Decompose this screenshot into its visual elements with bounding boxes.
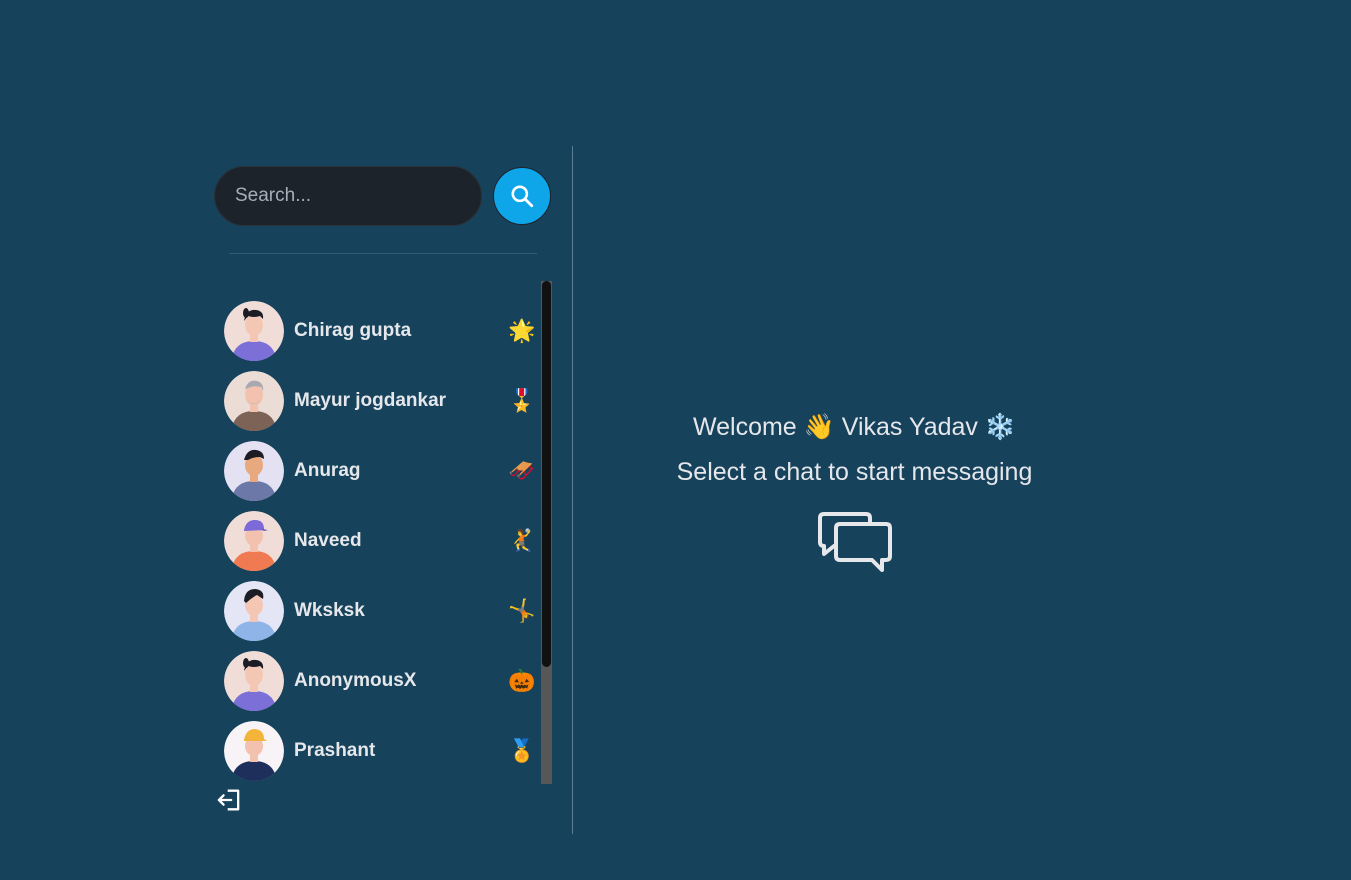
search-icon [511,185,534,208]
conversation-list: Chirag gupta 🌟 Mayur jogdankar 🎖️ Anurag… [214,281,552,784]
divider [229,253,537,254]
search-input[interactable] [214,166,482,226]
conversation-emoji: 🤸 [508,598,536,624]
avatar [224,581,284,641]
conversation-item[interactable]: AnonymousX 🎃 [224,646,539,716]
welcome-panel: Welcome 👋 Vikas Yadav ❄️ Select a chat t… [573,146,1136,834]
avatar [224,301,284,361]
scrollbar[interactable] [541,281,552,784]
search-form [214,166,552,226]
avatar [224,651,284,711]
conversation-emoji: 🌟 [508,318,536,344]
conversation-item[interactable]: Wksksk 🤸 [224,576,539,646]
conversation-name: AnonymousX [294,670,417,691]
avatar [224,721,284,781]
conversation-name: Naveed [294,530,362,551]
search-button[interactable] [493,167,551,225]
conversation-emoji: 🎃 [508,668,536,694]
chat-bubbles-icon [817,512,892,572]
logout-icon [217,789,240,811]
avatar [224,441,284,501]
welcome-greeting: Welcome 👋 Vikas Yadav ❄️ [692,413,1017,441]
conversation-emoji: 🏅 [508,738,536,764]
sidebar: Chirag gupta 🌟 Mayur j [214,146,573,834]
welcome-subtitle: Select a chat to start messaging [676,458,1033,486]
conversation-item[interactable]: Prashant 🏅 [224,716,539,786]
conversation-emoji: 🤾 [508,528,536,554]
avatar [224,371,284,431]
conversation-name: Anurag [294,460,361,481]
conversation-item[interactable]: Mayur jogdankar 🎖️ [224,366,539,436]
chat-app: Chirag gupta 🌟 Mayur j [214,146,1114,834]
conversation-name: Wksksk [294,600,365,621]
conversation-item[interactable]: Chirag gupta 🌟 [224,296,539,366]
conversation-name: Prashant [294,740,376,761]
avatar [224,511,284,571]
logout-button[interactable] [216,786,244,814]
conversation-emoji: 🎖️ [508,388,536,414]
conversation-name: Chirag gupta [294,320,412,341]
conversation-emoji: 🛷 [508,458,536,484]
conversation-name: Mayur jogdankar [294,390,447,411]
scrollbar-thumb[interactable] [542,281,551,667]
conversation-item[interactable]: Anurag 🛷 [224,436,539,506]
conversation-item[interactable]: Naveed 🤾 [224,506,539,576]
